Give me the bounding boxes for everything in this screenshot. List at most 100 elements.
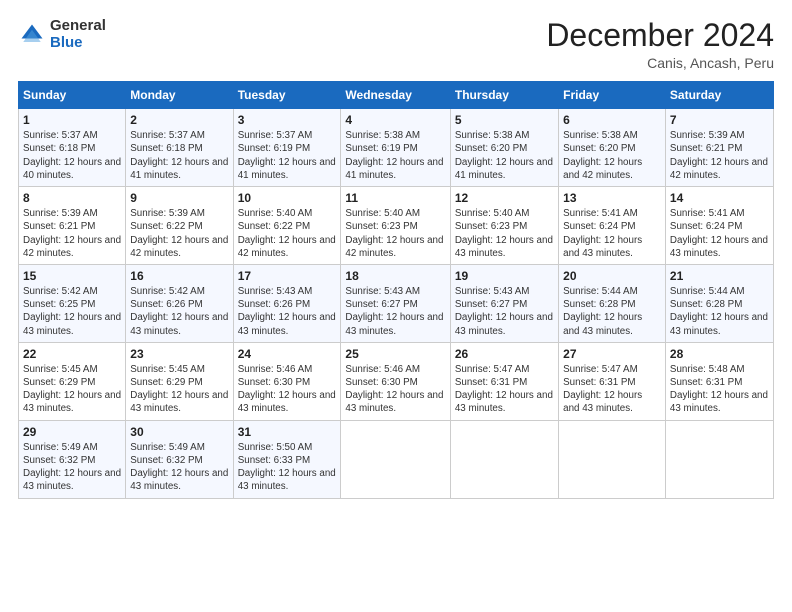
day-info: Sunrise: 5:44 AMSunset: 6:28 PMDaylight:… (670, 286, 768, 337)
day-info: Sunrise: 5:43 AMSunset: 6:27 PMDaylight:… (345, 286, 443, 337)
cell-w1-d0: 8 Sunrise: 5:39 AMSunset: 6:21 PMDayligh… (19, 187, 126, 265)
day-number: 29 (23, 425, 121, 439)
week-row-3: 22 Sunrise: 5:45 AMSunset: 6:29 PMDaylig… (19, 342, 774, 420)
col-wednesday: Wednesday (341, 82, 450, 109)
cell-w0-d0: 1 Sunrise: 5:37 AMSunset: 6:18 PMDayligh… (19, 109, 126, 187)
cell-w2-d1: 16 Sunrise: 5:42 AMSunset: 6:26 PMDaylig… (126, 264, 233, 342)
day-info: Sunrise: 5:47 AMSunset: 6:31 PMDaylight:… (563, 364, 642, 415)
week-row-4: 29 Sunrise: 5:49 AMSunset: 6:32 PMDaylig… (19, 420, 774, 498)
day-number: 2 (130, 113, 228, 127)
day-number: 26 (455, 347, 554, 361)
day-info: Sunrise: 5:49 AMSunset: 6:32 PMDaylight:… (23, 442, 121, 493)
day-number: 9 (130, 191, 228, 205)
day-number: 28 (670, 347, 769, 361)
cell-w1-d4: 12 Sunrise: 5:40 AMSunset: 6:23 PMDaylig… (450, 187, 558, 265)
day-info: Sunrise: 5:50 AMSunset: 6:33 PMDaylight:… (238, 442, 336, 493)
title-block: December 2024 Canis, Ancash, Peru (546, 18, 774, 71)
logo-text: General Blue (50, 18, 106, 51)
day-info: Sunrise: 5:37 AMSunset: 6:18 PMDaylight:… (130, 130, 228, 181)
cell-w0-d2: 3 Sunrise: 5:37 AMSunset: 6:19 PMDayligh… (233, 109, 341, 187)
week-row-2: 15 Sunrise: 5:42 AMSunset: 6:25 PMDaylig… (19, 264, 774, 342)
col-monday: Monday (126, 82, 233, 109)
day-number: 5 (455, 113, 554, 127)
cell-w3-d2: 24 Sunrise: 5:46 AMSunset: 6:30 PMDaylig… (233, 342, 341, 420)
day-info: Sunrise: 5:38 AMSunset: 6:19 PMDaylight:… (345, 130, 443, 181)
day-info: Sunrise: 5:37 AMSunset: 6:19 PMDaylight:… (238, 130, 336, 181)
cell-w2-d2: 17 Sunrise: 5:43 AMSunset: 6:26 PMDaylig… (233, 264, 341, 342)
day-number: 20 (563, 269, 661, 283)
day-info: Sunrise: 5:40 AMSunset: 6:23 PMDaylight:… (345, 208, 443, 259)
day-number: 13 (563, 191, 661, 205)
cell-w3-d1: 23 Sunrise: 5:45 AMSunset: 6:29 PMDaylig… (126, 342, 233, 420)
cell-w2-d4: 19 Sunrise: 5:43 AMSunset: 6:27 PMDaylig… (450, 264, 558, 342)
day-number: 27 (563, 347, 661, 361)
col-tuesday: Tuesday (233, 82, 341, 109)
day-info: Sunrise: 5:40 AMSunset: 6:22 PMDaylight:… (238, 208, 336, 259)
day-number: 21 (670, 269, 769, 283)
cell-w0-d4: 5 Sunrise: 5:38 AMSunset: 6:20 PMDayligh… (450, 109, 558, 187)
cell-w3-d4: 26 Sunrise: 5:47 AMSunset: 6:31 PMDaylig… (450, 342, 558, 420)
cell-w1-d1: 9 Sunrise: 5:39 AMSunset: 6:22 PMDayligh… (126, 187, 233, 265)
cell-w3-d5: 27 Sunrise: 5:47 AMSunset: 6:31 PMDaylig… (559, 342, 666, 420)
day-info: Sunrise: 5:38 AMSunset: 6:20 PMDaylight:… (563, 130, 642, 181)
cell-w4-d5 (559, 420, 666, 498)
day-info: Sunrise: 5:42 AMSunset: 6:25 PMDaylight:… (23, 286, 121, 337)
cell-w4-d3 (341, 420, 450, 498)
day-info: Sunrise: 5:42 AMSunset: 6:26 PMDaylight:… (130, 286, 228, 337)
day-number: 22 (23, 347, 121, 361)
day-number: 24 (238, 347, 337, 361)
day-info: Sunrise: 5:45 AMSunset: 6:29 PMDaylight:… (130, 364, 228, 415)
cell-w0-d3: 4 Sunrise: 5:38 AMSunset: 6:19 PMDayligh… (341, 109, 450, 187)
day-info: Sunrise: 5:38 AMSunset: 6:20 PMDaylight:… (455, 130, 553, 181)
cell-w3-d0: 22 Sunrise: 5:45 AMSunset: 6:29 PMDaylig… (19, 342, 126, 420)
day-number: 25 (345, 347, 445, 361)
day-number: 14 (670, 191, 769, 205)
day-info: Sunrise: 5:47 AMSunset: 6:31 PMDaylight:… (455, 364, 553, 415)
page: General Blue December 2024 Canis, Ancash… (0, 0, 792, 612)
day-number: 3 (238, 113, 337, 127)
cell-w0-d1: 2 Sunrise: 5:37 AMSunset: 6:18 PMDayligh… (126, 109, 233, 187)
day-number: 15 (23, 269, 121, 283)
day-info: Sunrise: 5:39 AMSunset: 6:21 PMDaylight:… (23, 208, 121, 259)
cell-w1-d6: 14 Sunrise: 5:41 AMSunset: 6:24 PMDaylig… (665, 187, 773, 265)
day-info: Sunrise: 5:43 AMSunset: 6:26 PMDaylight:… (238, 286, 336, 337)
col-thursday: Thursday (450, 82, 558, 109)
main-title: December 2024 (546, 18, 774, 53)
day-number: 30 (130, 425, 228, 439)
day-number: 16 (130, 269, 228, 283)
col-sunday: Sunday (19, 82, 126, 109)
header: General Blue December 2024 Canis, Ancash… (18, 18, 774, 71)
day-number: 12 (455, 191, 554, 205)
day-number: 23 (130, 347, 228, 361)
cell-w4-d4 (450, 420, 558, 498)
cell-w1-d5: 13 Sunrise: 5:41 AMSunset: 6:24 PMDaylig… (559, 187, 666, 265)
cell-w3-d3: 25 Sunrise: 5:46 AMSunset: 6:30 PMDaylig… (341, 342, 450, 420)
cell-w3-d6: 28 Sunrise: 5:48 AMSunset: 6:31 PMDaylig… (665, 342, 773, 420)
header-row: Sunday Monday Tuesday Wednesday Thursday… (19, 82, 774, 109)
cell-w4-d6 (665, 420, 773, 498)
day-info: Sunrise: 5:41 AMSunset: 6:24 PMDaylight:… (563, 208, 642, 259)
col-saturday: Saturday (665, 82, 773, 109)
cell-w4-d0: 29 Sunrise: 5:49 AMSunset: 6:32 PMDaylig… (19, 420, 126, 498)
col-friday: Friday (559, 82, 666, 109)
cell-w4-d1: 30 Sunrise: 5:49 AMSunset: 6:32 PMDaylig… (126, 420, 233, 498)
day-info: Sunrise: 5:48 AMSunset: 6:31 PMDaylight:… (670, 364, 768, 415)
cell-w4-d2: 31 Sunrise: 5:50 AMSunset: 6:33 PMDaylig… (233, 420, 341, 498)
cell-w1-d3: 11 Sunrise: 5:40 AMSunset: 6:23 PMDaylig… (341, 187, 450, 265)
day-number: 18 (345, 269, 445, 283)
day-info: Sunrise: 5:44 AMSunset: 6:28 PMDaylight:… (563, 286, 642, 337)
cell-w0-d5: 6 Sunrise: 5:38 AMSunset: 6:20 PMDayligh… (559, 109, 666, 187)
cell-w0-d6: 7 Sunrise: 5:39 AMSunset: 6:21 PMDayligh… (665, 109, 773, 187)
logo: General Blue (18, 18, 106, 51)
logo-general-text: General (50, 18, 106, 35)
day-number: 8 (23, 191, 121, 205)
day-info: Sunrise: 5:39 AMSunset: 6:21 PMDaylight:… (670, 130, 768, 181)
week-row-1: 8 Sunrise: 5:39 AMSunset: 6:21 PMDayligh… (19, 187, 774, 265)
day-number: 4 (345, 113, 445, 127)
day-info: Sunrise: 5:37 AMSunset: 6:18 PMDaylight:… (23, 130, 121, 181)
day-number: 31 (238, 425, 337, 439)
calendar-table: Sunday Monday Tuesday Wednesday Thursday… (18, 81, 774, 498)
day-number: 6 (563, 113, 661, 127)
day-info: Sunrise: 5:40 AMSunset: 6:23 PMDaylight:… (455, 208, 553, 259)
day-info: Sunrise: 5:46 AMSunset: 6:30 PMDaylight:… (345, 364, 443, 415)
